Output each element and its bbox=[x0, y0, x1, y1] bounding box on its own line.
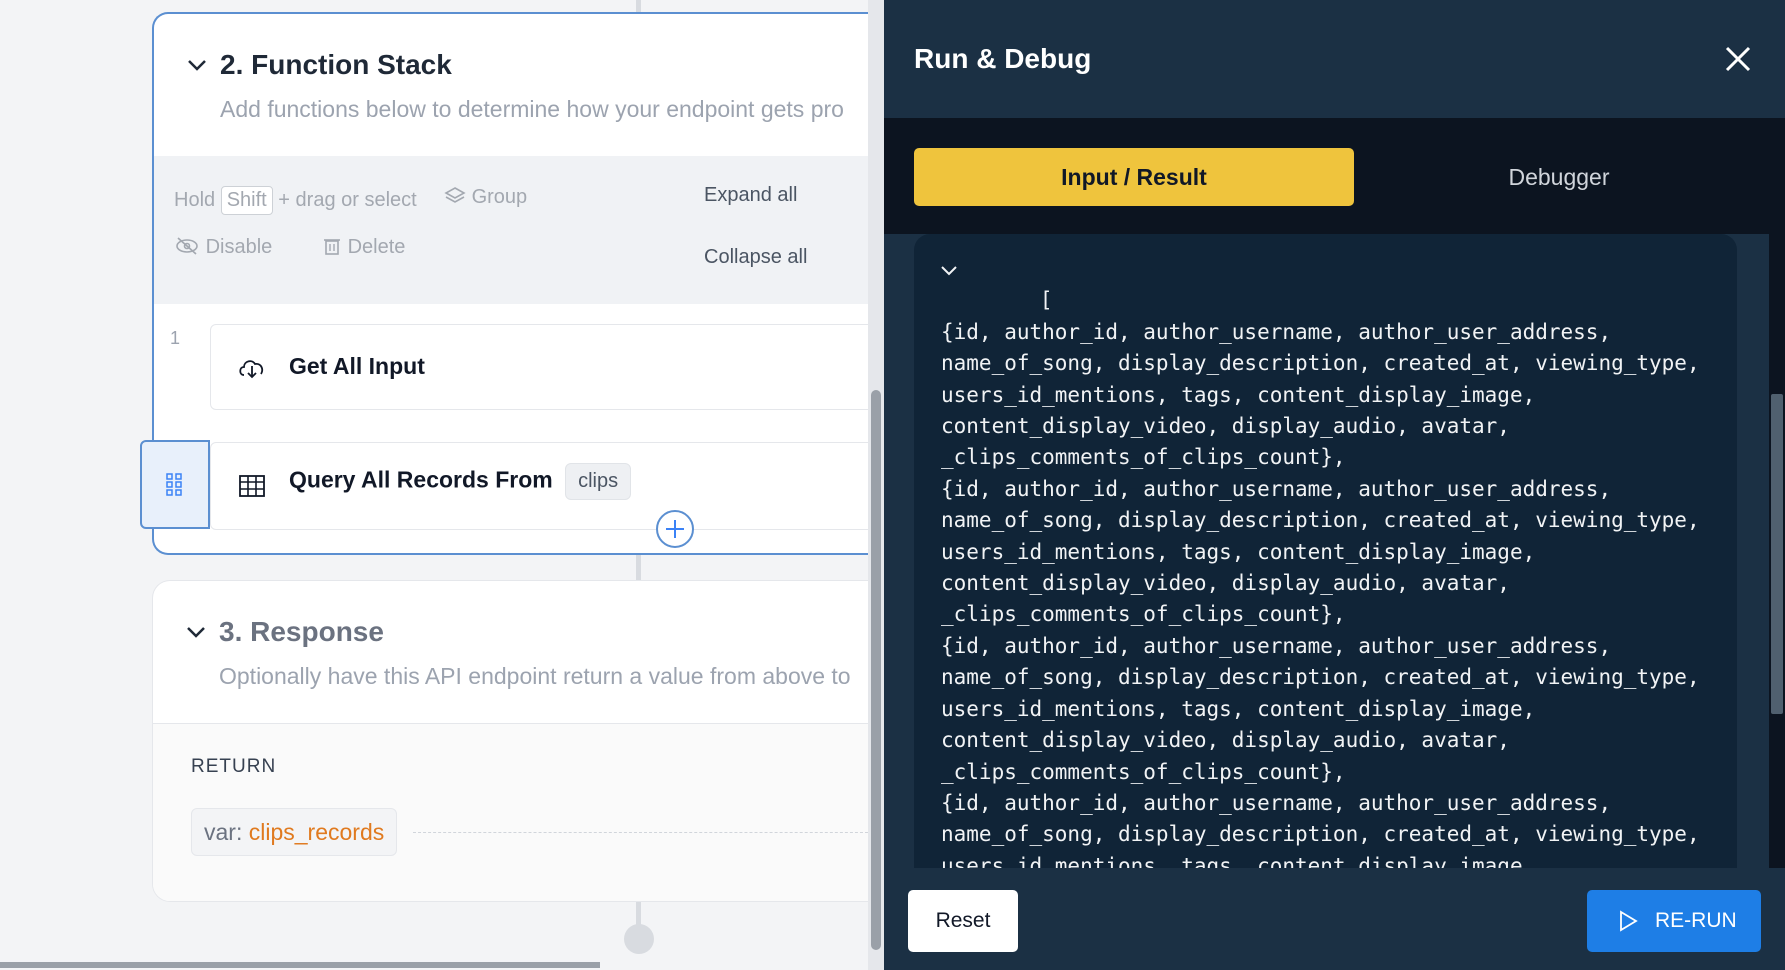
function-number: 1 bbox=[170, 328, 181, 348]
return-label: RETURN bbox=[191, 756, 277, 777]
layers-icon bbox=[444, 187, 466, 203]
section-title: 3. Response bbox=[219, 616, 384, 647]
result-json: [ {id, author_id, author_username, autho… bbox=[941, 288, 1700, 868]
cloud-download-icon bbox=[239, 360, 264, 379]
chevron-down-icon[interactable] bbox=[186, 54, 208, 76]
stack-toolbar: Hold Shift + drag or select Group Disabl… bbox=[154, 156, 868, 304]
function-get-all-input[interactable]: Get All Input re bbox=[210, 324, 868, 410]
table-pill[interactable]: clips bbox=[565, 463, 632, 500]
grip-icon bbox=[166, 473, 182, 496]
group-button[interactable]: Group bbox=[444, 186, 527, 209]
result-viewer[interactable]: [ {id, author_id, author_username, autho… bbox=[914, 234, 1737, 868]
function-query-all-records[interactable]: Query All Records From clips re bbox=[210, 442, 868, 530]
vertical-scrollbar[interactable] bbox=[868, 0, 884, 970]
shift-key: Shift bbox=[220, 186, 273, 215]
tab-bar: Input / Result Debugger bbox=[884, 118, 1785, 234]
section-subtitle: Optionally have this API endpoint return… bbox=[219, 663, 851, 689]
eye-off-icon bbox=[176, 237, 198, 255]
trash-icon bbox=[324, 239, 340, 255]
horizontal-scrollbar[interactable] bbox=[0, 962, 600, 968]
play-icon bbox=[1620, 910, 1638, 932]
expand-all-button[interactable]: Expand all bbox=[704, 184, 797, 207]
variable-name: clips_records bbox=[248, 819, 385, 845]
function-stack-card: 2. Function Stack Add functions below to… bbox=[152, 12, 868, 555]
panel-title: Run & Debug bbox=[914, 43, 1092, 74]
function-title: Get All Input bbox=[289, 353, 425, 379]
panel-footer: Reset RE-RUN bbox=[884, 868, 1785, 970]
scrollbar-thumb[interactable] bbox=[871, 390, 881, 950]
run-debug-panel: Run & Debug Input / Result Debugger [ {i… bbox=[884, 0, 1785, 970]
reset-button[interactable]: Reset bbox=[908, 890, 1018, 952]
panel-header: Run & Debug bbox=[884, 0, 1785, 118]
return-variable[interactable]: var: clips_records bbox=[191, 808, 398, 856]
delete-button[interactable]: Delete bbox=[322, 236, 405, 259]
section-subtitle: Add functions below to determine how you… bbox=[220, 96, 844, 122]
tab-debugger[interactable]: Debugger bbox=[1354, 148, 1764, 206]
divider bbox=[413, 832, 868, 833]
result-scrollbar[interactable] bbox=[1769, 234, 1785, 868]
connector-line bbox=[636, 0, 641, 12]
response-card: 3. Response Optionally have this API end… bbox=[152, 580, 868, 902]
plus-icon bbox=[666, 520, 684, 538]
connector-line bbox=[636, 555, 641, 580]
section-title: 2. Function Stack bbox=[220, 49, 452, 80]
add-function-button[interactable] bbox=[656, 510, 694, 548]
rerun-button[interactable]: RE-RUN bbox=[1587, 890, 1761, 952]
table-icon bbox=[239, 475, 265, 497]
connector-end bbox=[624, 924, 654, 954]
chevron-down-icon[interactable] bbox=[185, 621, 207, 643]
scrollbar-thumb[interactable] bbox=[1771, 394, 1783, 714]
disable-button[interactable]: Disable bbox=[174, 236, 272, 259]
collapse-all-button[interactable]: Collapse all bbox=[704, 246, 807, 269]
function-stack-editor: 2. Function Stack Add functions below to… bbox=[0, 0, 868, 970]
tab-input-result[interactable]: Input / Result bbox=[914, 148, 1354, 206]
close-icon[interactable] bbox=[1723, 44, 1753, 74]
drag-handle[interactable] bbox=[140, 440, 210, 529]
response-body: RETURN var: clips_records bbox=[153, 723, 868, 901]
function-title: Query All Records From clips bbox=[289, 463, 632, 500]
multi-select-hint: Hold Shift + drag or select bbox=[174, 186, 417, 215]
